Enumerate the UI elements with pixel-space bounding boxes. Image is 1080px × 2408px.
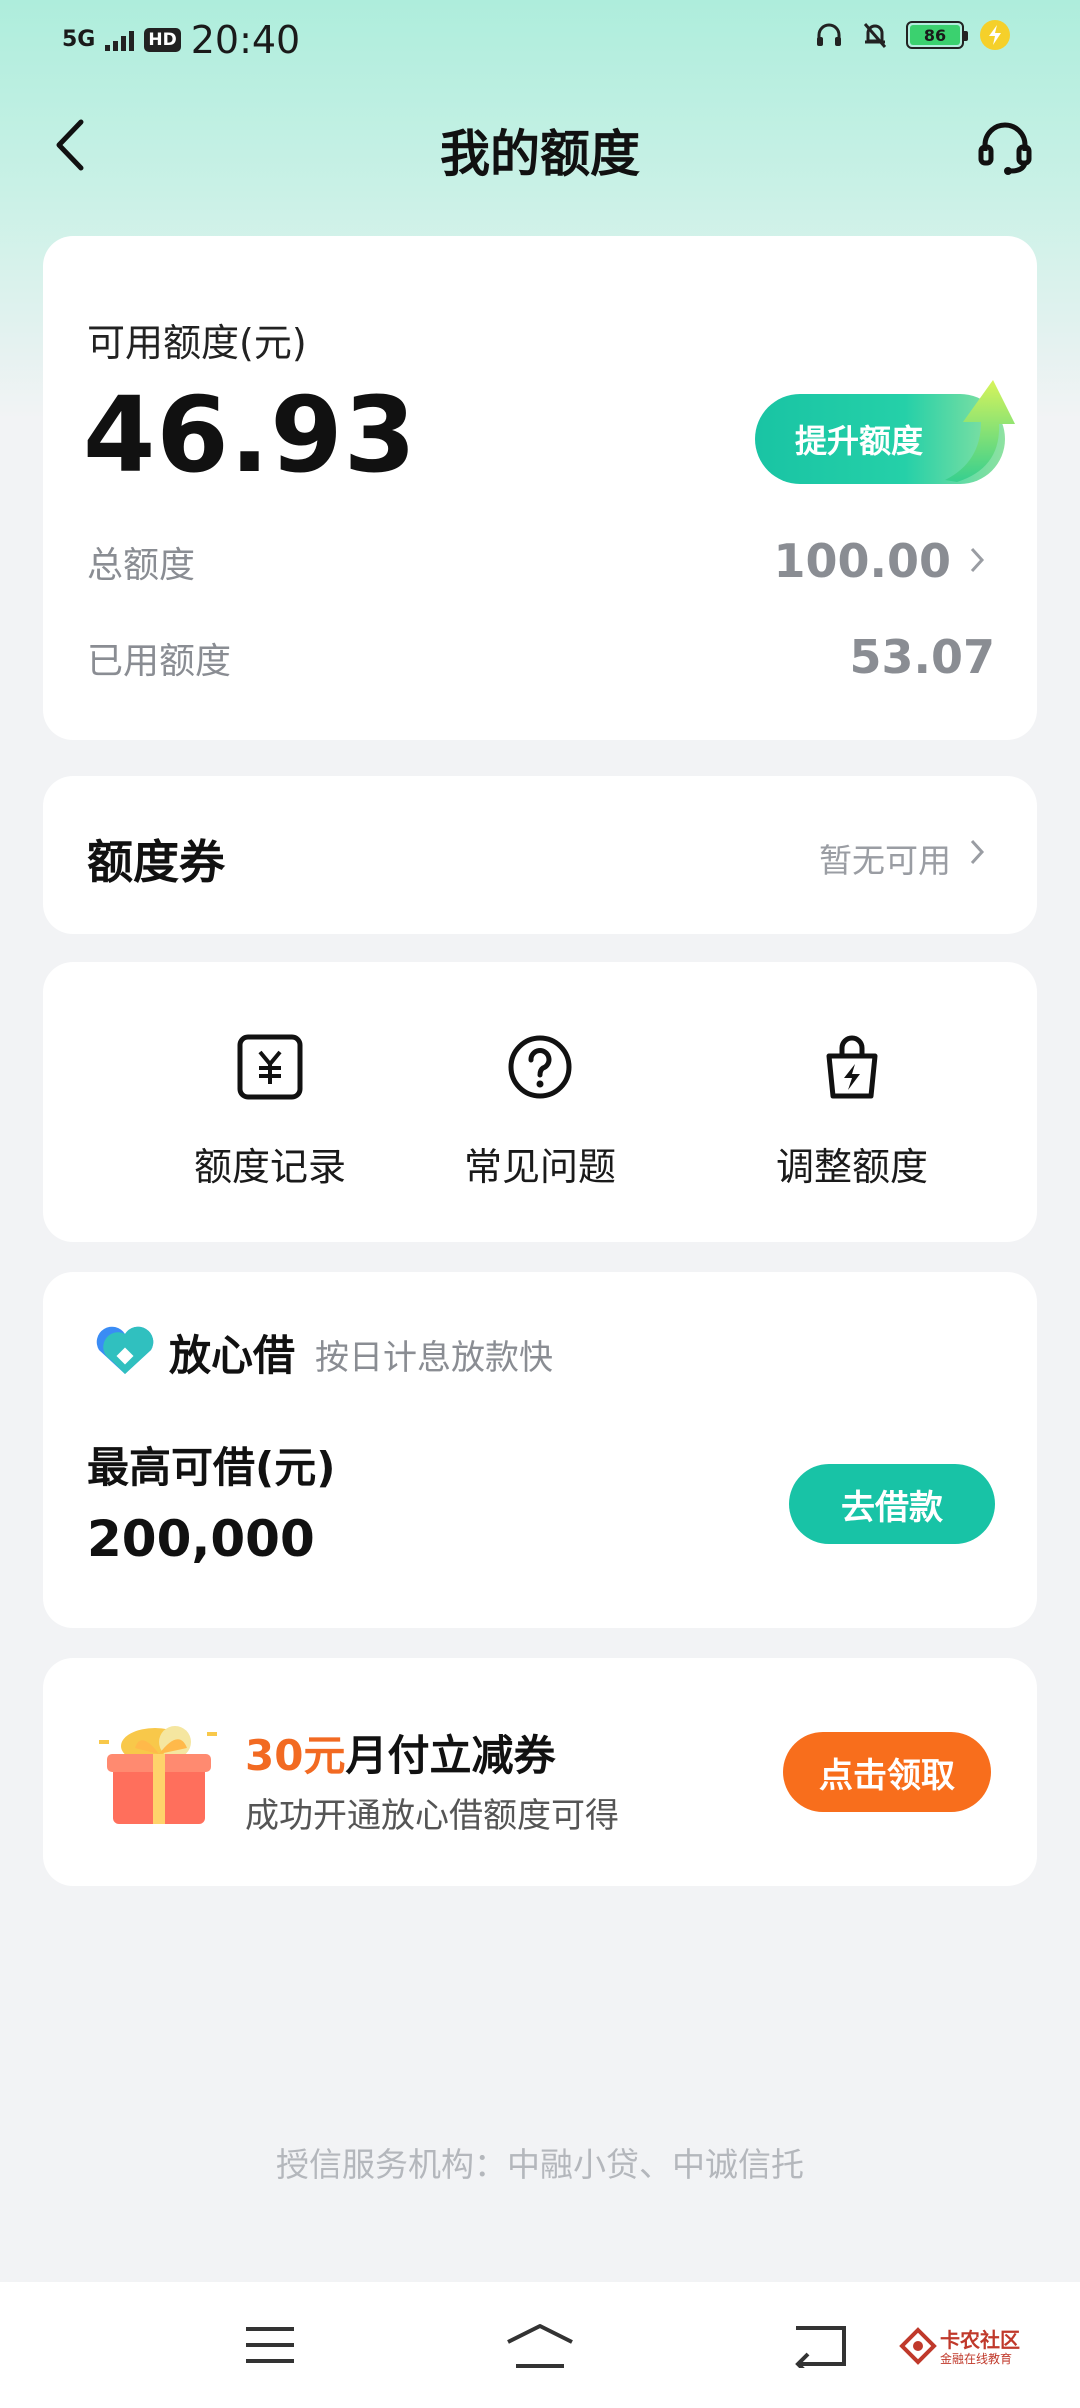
promo-card: 30元月付立减券 成功开通放心借额度可得 点击领取	[43, 1658, 1037, 1886]
system-navigation-bar: 卡农社区 金融在线教育	[0, 2282, 1080, 2408]
chevron-right-icon	[970, 839, 985, 865]
borrow-button[interactable]: 去借款	[789, 1464, 995, 1544]
promo-amount: 30元	[245, 1731, 346, 1780]
tool-faq[interactable]: 常见问题	[410, 1032, 670, 1191]
total-quota-value[interactable]: 100.00	[773, 534, 951, 588]
question-circle-icon	[505, 1032, 575, 1102]
watermark-title: 卡农社区	[940, 2328, 1020, 2352]
fangxinjie-logo-icon	[96, 1326, 154, 1374]
hd-badge: HD	[144, 28, 181, 52]
home-button[interactable]	[500, 2312, 580, 2378]
watermark-logo: 卡农社区 金融在线教育	[898, 2322, 1028, 2372]
lightning-bag-icon	[817, 1032, 887, 1102]
loan-brand: 放心借	[169, 1331, 296, 1380]
raise-quota-button[interactable]: 提升额度	[755, 380, 1015, 484]
signal-icon	[105, 29, 135, 51]
kanong-logo-icon	[899, 2327, 937, 2365]
tool-adjust-quota[interactable]: 调整额度	[722, 1032, 982, 1191]
mute-bell-icon	[863, 23, 887, 48]
loan-card: 放心借 按日计息放款快 最高可借(元) 200,000 去借款	[43, 1272, 1037, 1628]
claim-coupon-button[interactable]: 点击领取	[783, 1732, 991, 1812]
status-bar: 5G HD 20:40 86	[0, 0, 1080, 84]
tool-quota-records[interactable]: 额度记录	[140, 1032, 400, 1191]
quota-card: 可用额度(元) 46.93 提升额度 总额度 100.00 已用额度 53.07	[43, 236, 1037, 740]
watermark-subtitle: 金融在线教育	[940, 2352, 1013, 2366]
chevron-right-icon[interactable]	[969, 546, 985, 574]
total-quota-label: 总额度	[87, 545, 196, 586]
battery-icon: 86	[906, 21, 968, 49]
used-quota-value: 53.07	[849, 630, 995, 684]
headphones-icon	[817, 23, 841, 46]
tools-card: 额度记录 常见问题 调整额度	[43, 962, 1037, 1242]
status-left: 5G HD 20:40	[62, 18, 300, 62]
quota-coupon-row[interactable]: 额度券 暂无可用	[43, 776, 1037, 934]
return-icon	[795, 2326, 846, 2368]
used-quota-label: 已用额度	[87, 641, 232, 682]
promo-title-text: 月付立减券	[345, 1731, 556, 1780]
tool-label: 额度记录	[193, 1145, 346, 1189]
page-title: 我的额度	[440, 125, 640, 183]
available-quota-label: 可用额度(元)	[87, 321, 307, 365]
credit-institution-note: 授信服务机构：中融小贷、中诚信托	[276, 2145, 804, 2184]
loan-slogan: 按日计息放款快	[315, 1338, 553, 1378]
system-back-button[interactable]	[782, 2312, 862, 2378]
coupon-status: 暂无可用	[819, 841, 951, 880]
home-icon	[507, 2324, 573, 2368]
yuan-receipt-icon	[235, 1032, 305, 1102]
raise-quota-label: 提升额度	[795, 422, 924, 460]
status-time: 20:40	[190, 18, 301, 62]
max-borrow-label: 最高可借(元)	[87, 1443, 336, 1492]
headset-icon	[978, 122, 1032, 175]
customer-service-button[interactable]	[972, 114, 1038, 180]
promo-title: 30元月付立减券	[245, 1722, 555, 1783]
battery-level: 86	[910, 25, 960, 45]
recent-apps-button[interactable]	[230, 2312, 310, 2378]
available-quota-amount: 46.93	[83, 374, 417, 496]
charging-icon	[980, 20, 1010, 50]
arrow-up-icon	[945, 380, 1015, 482]
promo-subtitle: 成功开通放心借额度可得	[245, 1796, 619, 1836]
tool-label: 调整额度	[775, 1145, 928, 1189]
tool-label: 常见问题	[463, 1145, 616, 1189]
status-right: 86	[814, 20, 1010, 50]
max-borrow-value: 200,000	[87, 1510, 315, 1568]
coupon-title: 额度券	[87, 835, 225, 889]
menu-icon	[246, 2327, 294, 2363]
gift-box-icon	[99, 1726, 217, 1824]
navigation-bar: 我的额度	[0, 100, 1080, 190]
network-type: 5G	[62, 27, 96, 52]
